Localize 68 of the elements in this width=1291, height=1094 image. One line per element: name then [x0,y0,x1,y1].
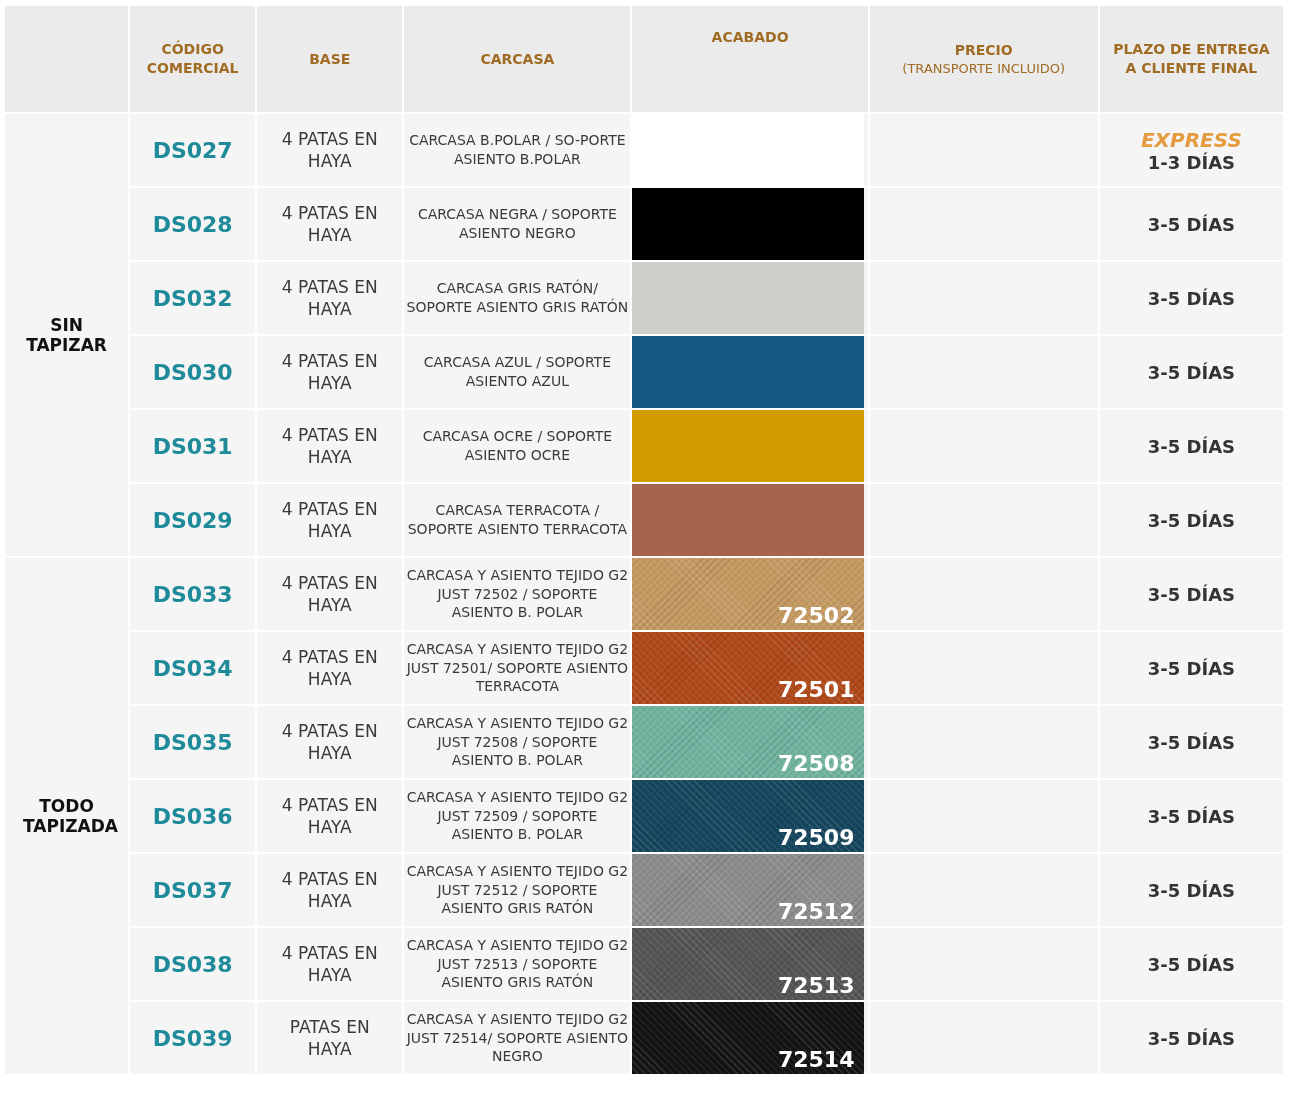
base-cell: 4 PATAS EN HAYA [257,632,403,704]
base-cell: 4 PATAS EN HAYA [257,928,403,1000]
base-cell: 4 PATAS EN HAYA [257,410,403,482]
column-header: BASE [257,6,403,112]
base-cell: PATAS EN HAYA [257,1002,403,1074]
shell-cell: CARCASA OCRE / SOPORTE ASIENTO OCRE [404,410,631,482]
column-header: CARCASA [404,6,631,112]
product-code: DS035 [130,706,256,778]
fabric-swatch: 72513 [632,928,865,1000]
fabric-swatch: 72508 [632,706,865,778]
base-cell: 4 PATAS EN HAYA [257,336,403,408]
product-code: DS037 [130,854,256,926]
base-cell: 4 PATAS EN HAYA [257,262,403,334]
column-header: PRECIO (TRANSPORTE INCLUIDO) [869,6,1098,112]
delivery-time: 3-5 DÍAS [1146,583,1237,605]
fabric-swatch: 72509 [632,780,865,852]
base-cell: 4 PATAS EN HAYA [257,484,403,556]
delivery-time: 3-5 DÍAS [1146,1027,1237,1049]
product-code: DS036 [130,780,256,852]
product-code: DS028 [130,188,256,260]
column-header: ACABADO [632,6,868,112]
base-cell: 4 PATAS EN HAYA [257,558,403,630]
delivery-time: 3-5 DÍAS [1146,657,1237,679]
product-code: DS039 [130,1002,256,1074]
group-label: TODO TAPIZADA [5,558,129,1074]
delivery-time: 1-3 DÍAS [1146,151,1237,173]
shell-cell: CARCASA NEGRA / SOPORTE ASIENTO NEGRO [404,188,631,260]
fabric-swatch: 72512 [632,854,865,926]
delivery-time: 3-5 DÍAS [1146,287,1237,309]
delivery-time: 3-5 DÍAS [1146,731,1237,753]
product-code: DS034 [130,632,256,704]
base-cell: 4 PATAS EN HAYA [257,188,403,260]
delivery-time: 3-5 DÍAS [1146,509,1237,531]
product-code: DS032 [130,262,256,334]
express-label: EXPRESS [1139,127,1243,152]
delivery-time: 3-5 DÍAS [1146,879,1237,901]
delivery-time: 3-5 DÍAS [1146,213,1237,235]
delivery-time: 3-5 DÍAS [1146,953,1237,975]
delivery-time: 3-5 DÍAS [1146,435,1237,457]
base-cell: 4 PATAS EN HAYA [257,114,403,186]
shell-cell: CARCASA Y ASIENTO TEJIDO G2 JUST 72512 / SOPORTE ASIENTO GRIS RATÓN [404,854,631,926]
shell-cell: CARCASA AZUL / SOPORTE ASIENTO AZUL [404,336,631,408]
delivery-time: 3-5 DÍAS [1146,361,1237,383]
fabric-swatch: 72502 [632,558,865,630]
shell-cell: CARCASA GRIS RATÓN/ SOPORTE ASIENTO GRIS RATÓN [404,262,631,334]
column-header: PLAZO DE ENTREGA A CLIENTE FINAL [1099,6,1283,112]
shell-cell: CARCASA Y ASIENTO TEJIDO G2 JUST 72508 / SOPORTE ASIENTO B. POLAR [404,706,631,778]
product-code: DS030 [130,336,256,408]
product-code: DS027 [130,114,256,186]
product-code: DS031 [130,410,256,482]
shell-cell: CARCASA Y ASIENTO TEJIDO G2 JUST 72513 / SOPORTE ASIENTO GRIS RATÓN [404,928,631,1000]
base-cell: 4 PATAS EN HAYA [257,854,403,926]
delivery-time: 3-5 DÍAS [1146,805,1237,827]
base-cell: 4 PATAS EN HAYA [257,780,403,852]
product-code: DS033 [130,558,256,630]
group-label: SIN TAPIZAR [5,114,129,556]
product-code: DS029 [130,484,256,556]
shell-cell: CARCASA Y ASIENTO TEJIDO G2 JUST 72501/ SOPORTE ASIENTO TERRACOTA [404,632,631,704]
shell-cell: CARCASA Y ASIENTO TEJIDO G2 JUST 72509 / SOPORTE ASIENTO B. POLAR [404,780,631,852]
shell-cell: CARCASA Y ASIENTO TEJIDO G2 JUST 72514/ SOPORTE ASIENTO NEGRO [404,1002,631,1074]
fabric-swatch: 72514 [632,1002,865,1074]
fabric-swatch: 72501 [632,632,865,704]
base-cell: 4 PATAS EN HAYA [257,706,403,778]
shell-cell: CARCASA B.POLAR / SO-PORTE ASIENTO B.POLAR [404,114,631,186]
shell-cell: CARCASA Y ASIENTO TEJIDO G2 JUST 72502 / SOPORTE ASIENTO B. POLAR [404,558,631,630]
column-header: CÓDIGO COMERCIAL [130,6,256,112]
product-code: DS038 [130,928,256,1000]
shell-cell: CARCASA TERRACOTA / SOPORTE ASIENTO TERRACOTA [404,484,631,556]
